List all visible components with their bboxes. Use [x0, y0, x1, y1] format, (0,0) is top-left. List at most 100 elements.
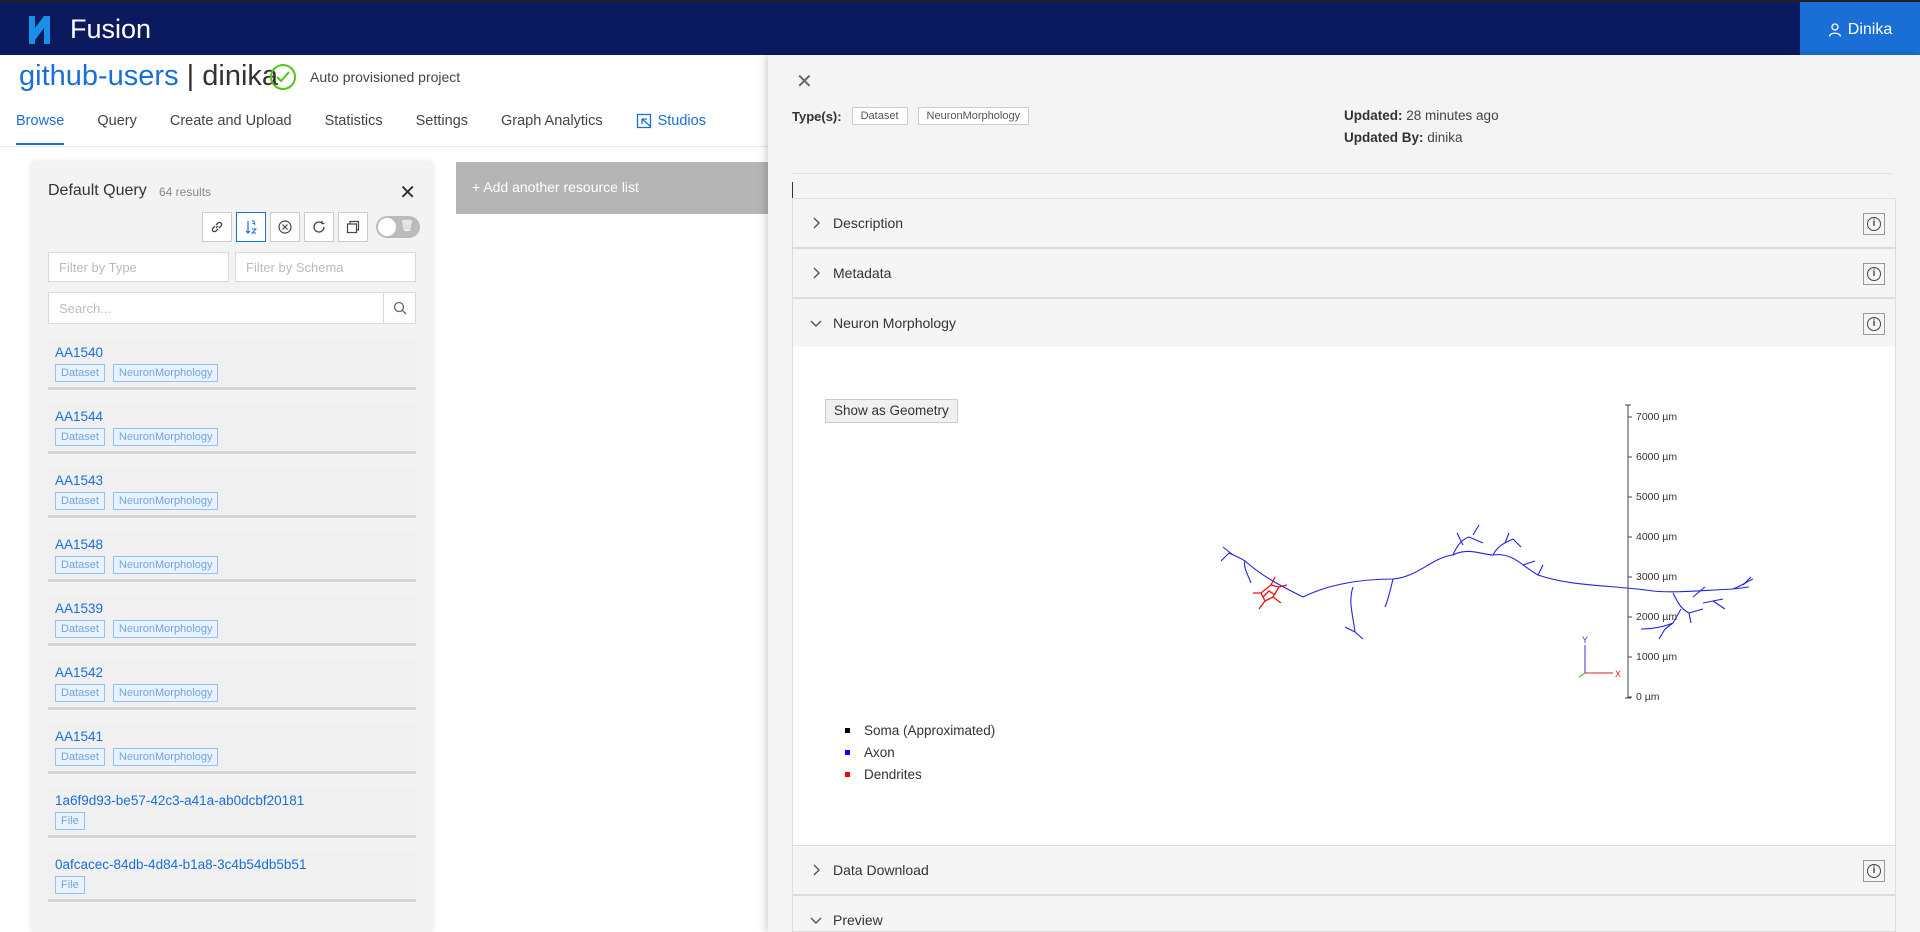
resource-types: Type(s): Dataset NeuronMorphology: [792, 107, 1030, 125]
clear-filters-button[interactable]: [270, 212, 300, 242]
section-data-download[interactable]: Data Download i: [792, 845, 1896, 895]
check-circle-icon: [270, 64, 296, 90]
scale-label: 4000 µm: [1636, 531, 1677, 543]
type-tag: Dataset: [55, 428, 105, 446]
type-tag: NeuronMorphology: [112, 620, 219, 638]
item-name[interactable]: AA1548: [55, 537, 103, 552]
info-icon: i: [1867, 267, 1881, 281]
dendrites-trace: [1253, 576, 1288, 610]
sort-button[interactable]: [236, 212, 266, 242]
type-tag: NeuronMorphology: [917, 107, 1030, 125]
list-item[interactable]: AA1543 Dataset NeuronMorphology: [48, 466, 416, 518]
section-preview[interactable]: Preview: [792, 895, 1896, 932]
filter-by-type-input[interactable]: Filter by Type: [48, 252, 229, 282]
list-item[interactable]: AA1541 Dataset NeuronMorphology: [48, 722, 416, 774]
chevron-right-icon: [813, 267, 820, 279]
tab-browse[interactable]: Browse: [16, 113, 65, 145]
sort-icon: [245, 220, 258, 234]
tab-create-and-upload[interactable]: Create and Upload: [170, 113, 292, 145]
add-resource-list-button[interactable]: + Add another resource list: [456, 162, 768, 214]
search-button[interactable]: [383, 293, 415, 323]
list-item[interactable]: AA1542 Dataset NeuronMorphology: [48, 658, 416, 710]
types-label: Type(s):: [792, 108, 842, 124]
tab-query[interactable]: Query: [97, 113, 137, 145]
clone-button[interactable]: [338, 212, 368, 242]
type-tag: Dataset: [851, 107, 908, 125]
item-name[interactable]: AA1539: [55, 601, 103, 616]
user-menu-button[interactable]: Dinika: [1800, 2, 1920, 57]
axes-gizmo: Y X: [1578, 635, 1621, 679]
tab-statistics[interactable]: Statistics: [325, 113, 383, 145]
section-title: Metadata: [833, 265, 892, 281]
project-title: github-users | dinika: [19, 60, 278, 93]
scale-label: 2000 µm: [1636, 611, 1677, 623]
studios-icon: [636, 113, 651, 129]
item-name[interactable]: AA1542: [55, 665, 103, 680]
toggle-knob: [378, 218, 396, 236]
tab-settings[interactable]: Settings: [416, 113, 468, 145]
item-name[interactable]: AA1543: [55, 473, 103, 488]
close-circle-icon: [278, 220, 292, 234]
legend-swatch: [845, 771, 850, 777]
search-icon: [393, 301, 406, 315]
list-item[interactable]: 1a6f9d93-be57-42c3-a41a-ab0dcbf20181 Fil…: [48, 786, 416, 838]
nexus-logo-icon[interactable]: [26, 14, 58, 46]
copy-link-button[interactable]: [202, 212, 232, 242]
filter-by-schema-input[interactable]: Filter by Schema: [235, 252, 416, 282]
user-icon: [1828, 22, 1841, 37]
deprecated-toggle[interactable]: 🗑: [376, 216, 420, 238]
close-drawer-icon[interactable]: ✕: [796, 69, 813, 94]
refresh-icon: [313, 221, 325, 233]
list-item[interactable]: 0afcacec-84db-4d84-b1a8-3c4b54db5b51 Fil…: [48, 850, 416, 902]
info-icon: i: [1867, 317, 1881, 331]
resource-list-panel: Default Query 64 results ✕ 🗑 Filter by T…: [32, 162, 432, 932]
refresh-button[interactable]: [304, 212, 334, 242]
scale-label: 5000 µm: [1636, 491, 1677, 503]
org-link[interactable]: github-users: [19, 60, 179, 92]
type-tag: NeuronMorphology: [112, 364, 219, 382]
type-tag: Dataset: [55, 620, 105, 638]
text-cursor: [792, 182, 793, 198]
list-item[interactable]: AA1540 Dataset NeuronMorphology: [48, 338, 416, 390]
section-title: Data Download: [833, 862, 929, 878]
tab-studios[interactable]: Studios: [636, 113, 706, 145]
app-brand[interactable]: Fusion: [70, 14, 151, 45]
scale-label: 7000 µm: [1636, 411, 1677, 423]
legend-item-soma: Soma (Approximated): [845, 719, 995, 741]
list-item[interactable]: AA1539 Dataset NeuronMorphology: [48, 594, 416, 646]
info-button[interactable]: i: [1863, 263, 1885, 285]
legend-swatch: [845, 727, 850, 733]
item-name[interactable]: AA1541: [55, 729, 103, 744]
updated-by-label: Updated By:: [1344, 130, 1424, 145]
section-description[interactable]: Description i: [792, 198, 1896, 248]
type-tag: Dataset: [55, 748, 105, 766]
resource-details-drawer: ✕ Type(s): Dataset NeuronMorphology Upda…: [768, 55, 1920, 932]
user-name: Dinika: [1847, 20, 1893, 38]
type-tag: NeuronMorphology: [112, 556, 219, 574]
info-button[interactable]: i: [1863, 313, 1885, 335]
search-input[interactable]: Search...: [48, 292, 416, 324]
scale-label: 6000 µm: [1636, 451, 1677, 463]
tab-graph-analytics[interactable]: Graph Analytics: [501, 113, 603, 145]
item-name[interactable]: AA1544: [55, 409, 103, 424]
list-item[interactable]: AA1548 Dataset NeuronMorphology: [48, 530, 416, 582]
scale-label: 1000 µm: [1636, 651, 1677, 663]
legend-label: Dendrites: [864, 766, 922, 782]
chevron-down-icon: [810, 917, 822, 924]
section-title: Preview: [833, 912, 883, 928]
info-button[interactable]: i: [1863, 213, 1885, 235]
updated-by-info: Updated By: dinika: [1344, 130, 1463, 145]
project-tabs: Browse Query Create and Upload Statistic…: [16, 113, 739, 145]
section-metadata[interactable]: Metadata i: [792, 248, 1896, 298]
item-name[interactable]: 0afcacec-84db-4d84-b1a8-3c4b54db5b51: [55, 857, 306, 872]
list-item[interactable]: AA1544 Dataset NeuronMorphology: [48, 402, 416, 454]
morphology-viewer[interactable]: Show as Geometry 7000 µm 6000 µm 5000 µm…: [792, 347, 1896, 845]
info-button[interactable]: i: [1863, 860, 1885, 882]
type-tag: NeuronMorphology: [112, 492, 219, 510]
item-name[interactable]: 1a6f9d93-be57-42c3-a41a-ab0dcbf20181: [55, 793, 304, 808]
item-name[interactable]: AA1540: [55, 345, 103, 360]
close-list-icon[interactable]: ✕: [399, 180, 416, 205]
section-neuron-morphology[interactable]: Neuron Morphology i: [792, 298, 1896, 348]
chevron-right-icon: [813, 864, 820, 876]
section-title: Description: [833, 215, 904, 231]
